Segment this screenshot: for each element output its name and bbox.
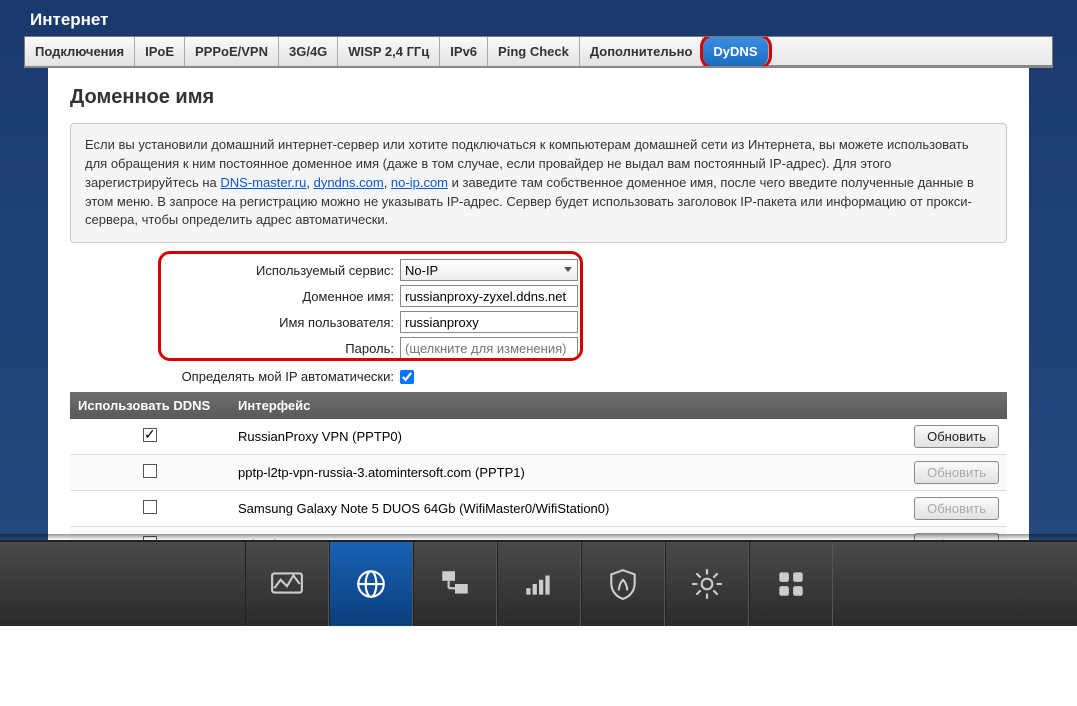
link-no-ip[interactable]: no-ip.com xyxy=(391,175,448,190)
update-button[interactable]: Обновить xyxy=(914,425,999,448)
nav-apps-icon[interactable] xyxy=(749,542,833,626)
page-title: Интернет xyxy=(0,0,1077,36)
input-domain[interactable] xyxy=(400,285,578,307)
bottom-nav xyxy=(0,540,1077,626)
nav-gear-icon[interactable] xyxy=(665,542,749,626)
tab-pppoe-vpn[interactable]: PPPoE/VPN xyxy=(185,37,279,66)
tab-ipv6[interactable]: IPv6 xyxy=(440,37,488,66)
label-username: Имя пользователя: xyxy=(70,315,400,330)
tab-ipoe[interactable]: IPoE xyxy=(135,37,185,66)
input-username[interactable] xyxy=(400,311,578,333)
nav-shield-icon[interactable] xyxy=(581,542,665,626)
section-heading: Доменное имя xyxy=(70,86,1007,109)
input-password[interactable] xyxy=(400,337,578,359)
nav-monitor-icon[interactable] xyxy=(245,542,329,626)
table-row: pptp-l2tp-vpn-russia-3.atomintersoft.com… xyxy=(70,455,1007,491)
label-service: Используемый сервис: xyxy=(70,263,400,278)
col-use-ddns: Использовать DDNS xyxy=(70,392,230,419)
tab-additional[interactable]: Дополнительно xyxy=(580,37,704,66)
info-box: Если вы установили домашний интернет-сер… xyxy=(70,123,1007,243)
label-domain: Доменное имя: xyxy=(70,289,400,304)
nav-wifi-icon[interactable] xyxy=(497,542,581,626)
checkbox-autoip[interactable] xyxy=(400,370,414,384)
nav-network-icon[interactable] xyxy=(413,542,497,626)
tab-3g-4g[interactable]: 3G/4G xyxy=(279,37,338,66)
row-checkbox[interactable] xyxy=(143,500,157,514)
tab-ping-check[interactable]: Ping Check xyxy=(488,37,580,66)
nav-globe-icon[interactable] xyxy=(329,542,413,626)
tab-podklyucheniya[interactable]: Подключения xyxy=(25,37,135,66)
col-interface: Интерфейс xyxy=(230,392,897,419)
table-row: RussianProxy VPN (PPTP0) Обновить xyxy=(70,419,1007,455)
label-autoip: Определять мой IP автоматически: xyxy=(70,369,400,384)
link-dyndns[interactable]: dyndns.com xyxy=(314,175,384,190)
row-iface: Samsung Galaxy Note 5 DUOS 64Gb (WifiMas… xyxy=(230,491,897,527)
tab-dydns[interactable]: DyDNS xyxy=(703,37,768,66)
row-checkbox[interactable] xyxy=(143,464,157,478)
select-service[interactable]: No-IP xyxy=(400,259,578,281)
tab-bar: Подключения IPoE PPPoE/VPN 3G/4G WISP 2,… xyxy=(24,36,1053,66)
update-button[interactable]: Обновить xyxy=(914,497,999,520)
row-iface: RussianProxy VPN (PPTP0) xyxy=(230,419,897,455)
row-iface: pptp-l2tp-vpn-russia-3.atomintersoft.com… xyxy=(230,455,897,491)
link-dns-master[interactable]: DNS-master.ru xyxy=(220,175,306,190)
label-password: Пароль: xyxy=(70,341,400,356)
update-button[interactable]: Обновить xyxy=(914,461,999,484)
row-checkbox[interactable] xyxy=(143,428,157,442)
table-row: Samsung Galaxy Note 5 DUOS 64Gb (WifiMas… xyxy=(70,491,1007,527)
tab-wisp[interactable]: WISP 2,4 ГГц xyxy=(338,37,440,66)
